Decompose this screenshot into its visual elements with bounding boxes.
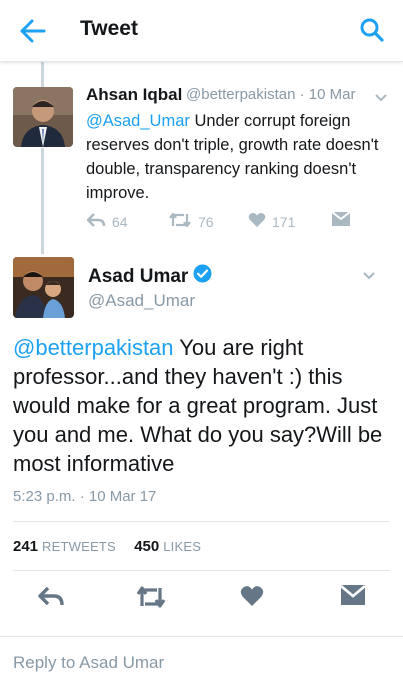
arrow-left-icon[interactable] xyxy=(18,18,46,44)
tweet-text: @Asad_Umar Under corrupt foreign reserve… xyxy=(86,109,392,205)
tweet-actions: 64 76 171 xyxy=(86,211,386,234)
reply-button[interactable]: 64 xyxy=(86,212,128,231)
like-button[interactable] xyxy=(240,585,264,612)
author-name[interactable]: Ahsan Iqbal xyxy=(86,85,182,105)
envelope-icon xyxy=(340,585,366,609)
divider xyxy=(13,521,390,522)
retweet-icon xyxy=(135,586,167,613)
reply-icon xyxy=(86,212,106,231)
reply-input[interactable]: Reply to Asad Umar xyxy=(13,653,164,673)
retweets-label: RETWEETS xyxy=(42,539,116,554)
mention-link[interactable]: @Asad_Umar xyxy=(86,112,190,130)
retweet-button[interactable]: 76 xyxy=(168,212,214,231)
author-handle-date: @betterpakistan · 10 Mar xyxy=(186,86,356,103)
retweet-icon xyxy=(168,212,192,231)
page-title: Tweet xyxy=(80,17,138,40)
likes-label: LIKES xyxy=(163,539,202,554)
like-button[interactable]: 171 xyxy=(248,212,295,231)
app-header: Tweet xyxy=(0,0,403,62)
direct-message-button[interactable] xyxy=(340,585,366,610)
reply-button[interactable] xyxy=(37,585,65,614)
retweets-count[interactable]: 241 xyxy=(13,538,38,555)
author-handle[interactable]: @Asad_Umar xyxy=(88,291,195,311)
thread-connector-top xyxy=(41,62,44,90)
divider xyxy=(13,570,390,571)
main-tweet-actions xyxy=(0,585,403,613)
reply-icon xyxy=(37,586,65,613)
author-name[interactable]: Asad Umar xyxy=(88,264,212,289)
reply-count: 64 xyxy=(112,213,128,230)
chevron-down-icon[interactable] xyxy=(374,90,388,102)
direct-message-button[interactable] xyxy=(331,211,351,229)
reply-composer[interactable]: Reply to Asad Umar xyxy=(0,636,403,680)
avatar[interactable] xyxy=(13,87,73,147)
search-icon[interactable] xyxy=(359,17,385,43)
likes-count[interactable]: 450 xyxy=(134,538,159,555)
thread-connector xyxy=(41,148,44,254)
like-count: 171 xyxy=(272,213,296,230)
verified-badge-icon xyxy=(193,264,212,289)
tweet-stats: 241 RETWEETS 450 LIKES xyxy=(13,538,201,555)
heart-icon xyxy=(240,586,264,611)
tweet-text: @betterpakistan You are right professor.… xyxy=(13,333,393,478)
avatar[interactable] xyxy=(13,257,74,318)
mention-link[interactable]: @betterpakistan xyxy=(13,335,174,360)
chevron-down-icon[interactable] xyxy=(362,268,376,280)
envelope-icon xyxy=(331,211,351,229)
retweet-button[interactable] xyxy=(135,585,167,614)
heart-icon xyxy=(248,212,266,231)
tweet-timestamp: 5:23 p.m. · 10 Mar 17 xyxy=(13,488,157,505)
author-name-text: Asad Umar xyxy=(88,265,189,287)
retweet-count: 76 xyxy=(198,213,214,230)
